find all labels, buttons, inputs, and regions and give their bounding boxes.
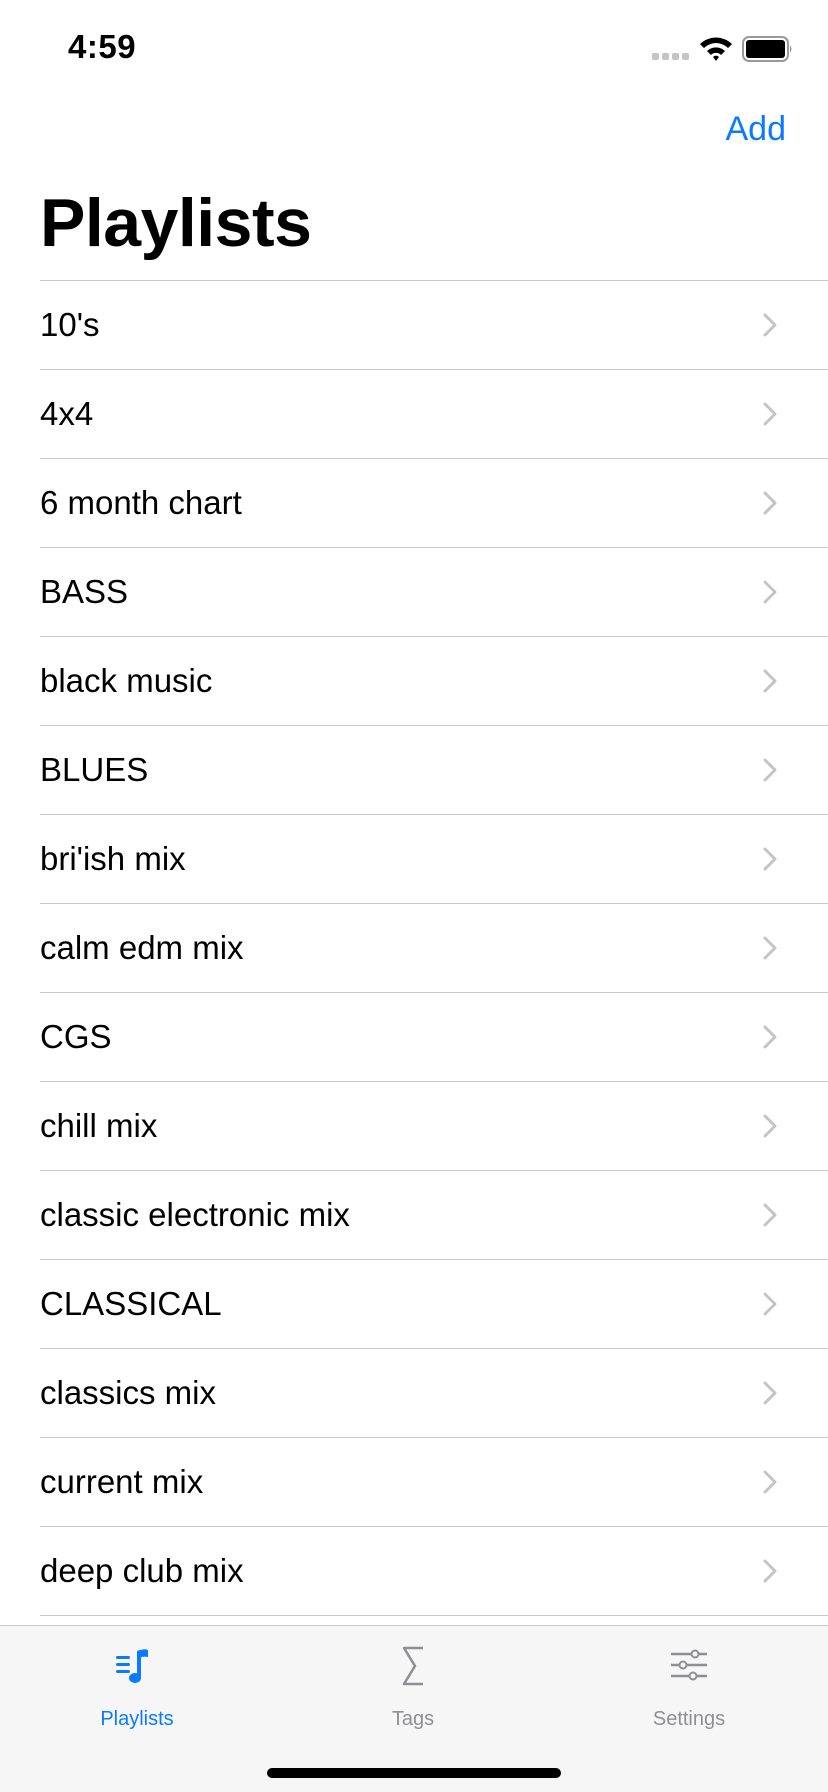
playlist-row[interactable]: bri'ish mix bbox=[40, 814, 828, 903]
chevron-right-icon bbox=[763, 1292, 777, 1316]
playlist-row[interactable]: 4x4 bbox=[40, 369, 828, 458]
page-title: Playlists bbox=[40, 185, 312, 261]
tab-tags[interactable]: Tags bbox=[313, 1626, 513, 1736]
playlist-label: BLUES bbox=[40, 751, 149, 788]
playlist-label: chill mix bbox=[40, 1107, 158, 1144]
tab-label: Tags bbox=[391, 1708, 435, 1730]
playlist-row[interactable]: 10's bbox=[40, 280, 828, 369]
playlist-label: classic electronic mix bbox=[40, 1196, 350, 1233]
chevron-right-icon bbox=[763, 1203, 777, 1227]
playlist-row[interactable]: BASS bbox=[40, 547, 828, 636]
playlist-row[interactable]: deep club mix bbox=[40, 1526, 828, 1615]
sliders-icon bbox=[671, 1649, 707, 1681]
battery-icon bbox=[742, 36, 792, 62]
playlist-label: bri'ish mix bbox=[40, 840, 186, 877]
playlist-row[interactable]: 6 month chart bbox=[40, 458, 828, 547]
playlist-row[interactable]: CLASSICAL bbox=[40, 1259, 828, 1348]
playlist-label: 4x4 bbox=[40, 395, 94, 432]
signal-dots-icon bbox=[652, 53, 689, 60]
playlist-row[interactable]: CGS bbox=[40, 992, 828, 1081]
chevron-right-icon bbox=[763, 313, 777, 337]
wifi-icon bbox=[700, 37, 732, 61]
playlist-label: 10's bbox=[40, 306, 100, 343]
chevron-right-icon bbox=[763, 1559, 777, 1583]
home-indicator[interactable] bbox=[267, 1768, 561, 1778]
chevron-right-icon bbox=[763, 491, 777, 515]
playlist-label: current mix bbox=[40, 1463, 204, 1500]
playlist-row[interactable]: classic electronic mix bbox=[40, 1170, 828, 1259]
status-bar: 4:59 bbox=[0, 0, 828, 90]
chevron-right-icon bbox=[763, 1470, 777, 1494]
playlist-row[interactable]: calm edm mix bbox=[40, 903, 828, 992]
playlist-row[interactable]: chill mix bbox=[40, 1081, 828, 1170]
playlist-label: calm edm mix bbox=[40, 929, 244, 966]
status-time: 4:59 bbox=[68, 28, 137, 65]
tab-label: Settings bbox=[652, 1708, 726, 1730]
chevron-right-icon bbox=[763, 758, 777, 782]
add-button[interactable]: Add bbox=[726, 110, 787, 149]
tab-label: Playlists bbox=[100, 1708, 174, 1730]
playlist-row[interactable]: current mix bbox=[40, 1437, 828, 1526]
tab-playlists[interactable]: Playlists bbox=[37, 1626, 237, 1736]
chevron-right-icon bbox=[763, 402, 777, 426]
playlist-row[interactable]: black music bbox=[40, 636, 828, 725]
playlist-label: CGS bbox=[40, 1018, 112, 1055]
chevron-right-icon bbox=[763, 669, 777, 693]
chevron-right-icon bbox=[763, 847, 777, 871]
chevron-right-icon bbox=[763, 1114, 777, 1138]
playlist-label: 6 month chart bbox=[40, 484, 242, 521]
playlist-list: 10's 4x4 6 month chart BASS black music … bbox=[0, 280, 828, 1616]
chevron-right-icon bbox=[763, 1025, 777, 1049]
tab-settings[interactable]: Settings bbox=[589, 1626, 789, 1736]
tab-bar: Playlists Tags Settings bbox=[0, 1625, 828, 1792]
music-list-icon bbox=[116, 1649, 148, 1683]
playlist-label: BASS bbox=[40, 573, 129, 610]
playlist-label: black music bbox=[40, 662, 213, 699]
sigma-icon bbox=[402, 1646, 423, 1686]
playlist-row[interactable]: BLUES bbox=[40, 725, 828, 814]
chevron-right-icon bbox=[763, 1381, 777, 1405]
playlist-label: classics mix bbox=[40, 1374, 217, 1411]
chevron-right-icon bbox=[763, 580, 777, 604]
row-separator bbox=[40, 1615, 828, 1616]
playlist-row[interactable]: classics mix bbox=[40, 1348, 828, 1437]
playlist-label: deep club mix bbox=[40, 1552, 244, 1589]
chevron-right-icon bbox=[763, 936, 777, 960]
playlist-label: CLASSICAL bbox=[40, 1285, 222, 1322]
